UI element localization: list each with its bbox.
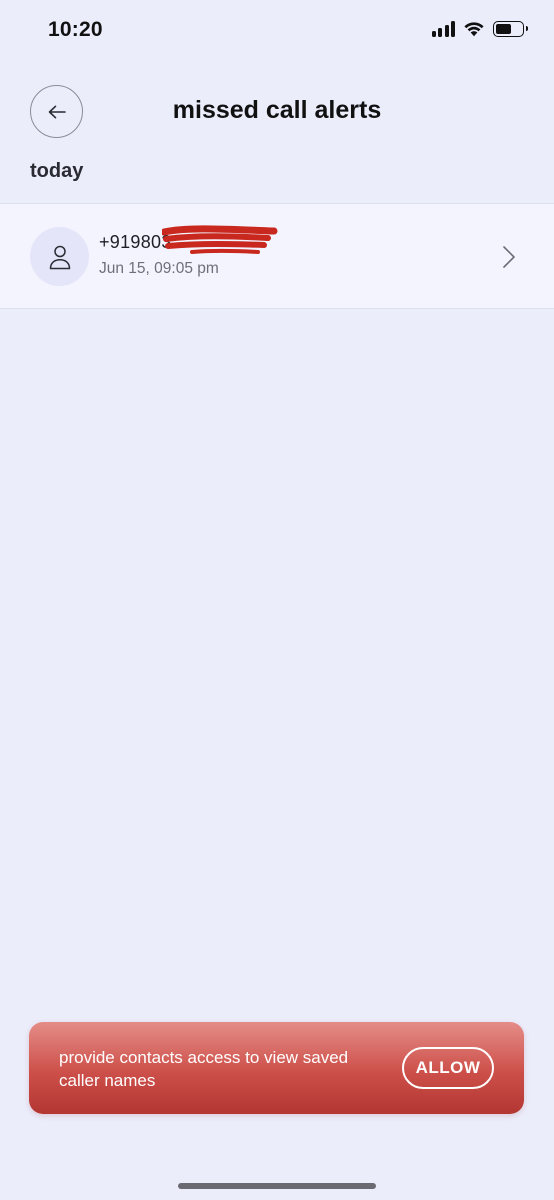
- page-title: missed call alerts: [172, 96, 382, 124]
- status-time: 10:20: [48, 18, 103, 41]
- screen: 10:20 missed call alerts today +919803 J…: [0, 0, 554, 1200]
- cellular-signal-icon: [431, 20, 455, 37]
- contacts-access-banner: provide contacts access to view saved ca…: [29, 1022, 524, 1114]
- home-indicator[interactable]: [178, 1183, 376, 1189]
- battery-icon: [493, 20, 528, 37]
- person-icon: [49, 245, 70, 269]
- status-icons: [431, 20, 528, 37]
- call-time: Jun 15, 09:05 pm: [99, 260, 219, 277]
- allow-button[interactable]: ALLOW: [402, 1047, 494, 1089]
- wifi-icon: [464, 22, 484, 37]
- avatar: [30, 227, 89, 286]
- caller-number: +919803: [99, 232, 172, 252]
- section-label-today: today: [30, 160, 84, 182]
- chevron-right-icon: [503, 246, 515, 268]
- banner-message: provide contacts access to view saved ca…: [59, 1048, 349, 1090]
- status-bar: 10:20: [0, 0, 554, 62]
- battery-level: [496, 23, 511, 34]
- missed-call-row[interactable]: +919803 Jun 15, 09:05 pm: [0, 203, 554, 309]
- redaction-scribble: [162, 225, 278, 254]
